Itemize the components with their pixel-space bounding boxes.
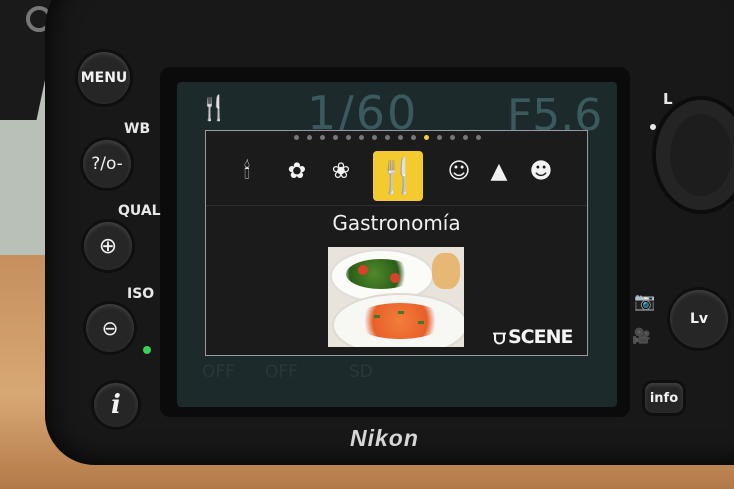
scene-icon-row: 🕯 ✿ ❀ 🍴 ☺ ▲ ☻ (206, 149, 587, 206)
i-button[interactable]: i (94, 383, 138, 427)
page-dot (437, 135, 442, 140)
landscape-icon[interactable]: ▲ (486, 159, 512, 185)
bread (432, 253, 460, 289)
scene-badge: ⩌ SCENE (493, 325, 573, 349)
live-view-button[interactable]: Lv (670, 290, 728, 348)
page-dot (424, 135, 429, 140)
page-indicator-dots (294, 135, 481, 145)
blossom-icon[interactable]: ✿ (284, 159, 310, 185)
page-dot (411, 135, 416, 140)
scene-mode-icon: ⩌ (493, 325, 506, 349)
iso-label: ISO (127, 286, 155, 302)
page-dot (385, 135, 390, 140)
candle-icon[interactable]: 🕯 (234, 159, 260, 185)
page-dot (333, 135, 338, 140)
help-protect-button[interactable]: ?/o- (83, 140, 131, 188)
scene-badge-label: SCENE (508, 326, 573, 348)
still-camera-icon: 📷 (634, 292, 656, 312)
pet-portrait-icon[interactable]: ☻ (528, 159, 554, 185)
menu-button[interactable]: MENU (78, 52, 130, 104)
ghost-flash-status: OFF (202, 362, 235, 382)
page-dot (320, 135, 325, 140)
page-dot (294, 135, 299, 140)
scene-title: Gastronomía (332, 211, 461, 235)
food-icon[interactable]: 🍴 (373, 151, 423, 201)
portrait-icon[interactable]: ☺ (446, 159, 472, 185)
salad (346, 259, 416, 289)
page-dot (372, 135, 377, 140)
scene-preview-photo (328, 247, 464, 347)
scene-selector-panel: 🕯 ✿ ❀ 🍴 ☺ ▲ ☻ Gastronomía ⩌ SCENE (205, 130, 588, 356)
page-dot (398, 135, 403, 140)
movie-camera-icon: 🎥 (632, 327, 651, 345)
page-dot (476, 135, 481, 140)
info-button[interactable]: info (645, 383, 683, 413)
page-dot (359, 135, 364, 140)
page-dot (463, 135, 468, 140)
ghost-fork-icon: 🍴 (199, 94, 229, 122)
wb-label: WB (124, 121, 151, 137)
tomato (390, 273, 400, 283)
l-label: L (663, 90, 673, 108)
herb (398, 311, 404, 314)
tomato (358, 265, 368, 275)
herb (418, 321, 424, 324)
zoom-in-button[interactable]: ⊕ (84, 222, 132, 270)
page-dot (346, 135, 351, 140)
zoom-out-button[interactable]: ⊖ (86, 304, 134, 352)
ghost-card-status: SD (349, 362, 373, 382)
page-dot (307, 135, 312, 140)
indicator-dot (650, 124, 656, 130)
qual-label: QUAL (118, 203, 161, 219)
page-dot (450, 135, 455, 140)
access-lamp (143, 346, 151, 354)
autumn-colors-icon[interactable]: ❀ (328, 159, 354, 185)
pasta (354, 303, 446, 339)
ghost-drive-status: OFF (265, 362, 298, 382)
herb (374, 315, 380, 318)
brand-logo: Nikon (350, 425, 419, 451)
